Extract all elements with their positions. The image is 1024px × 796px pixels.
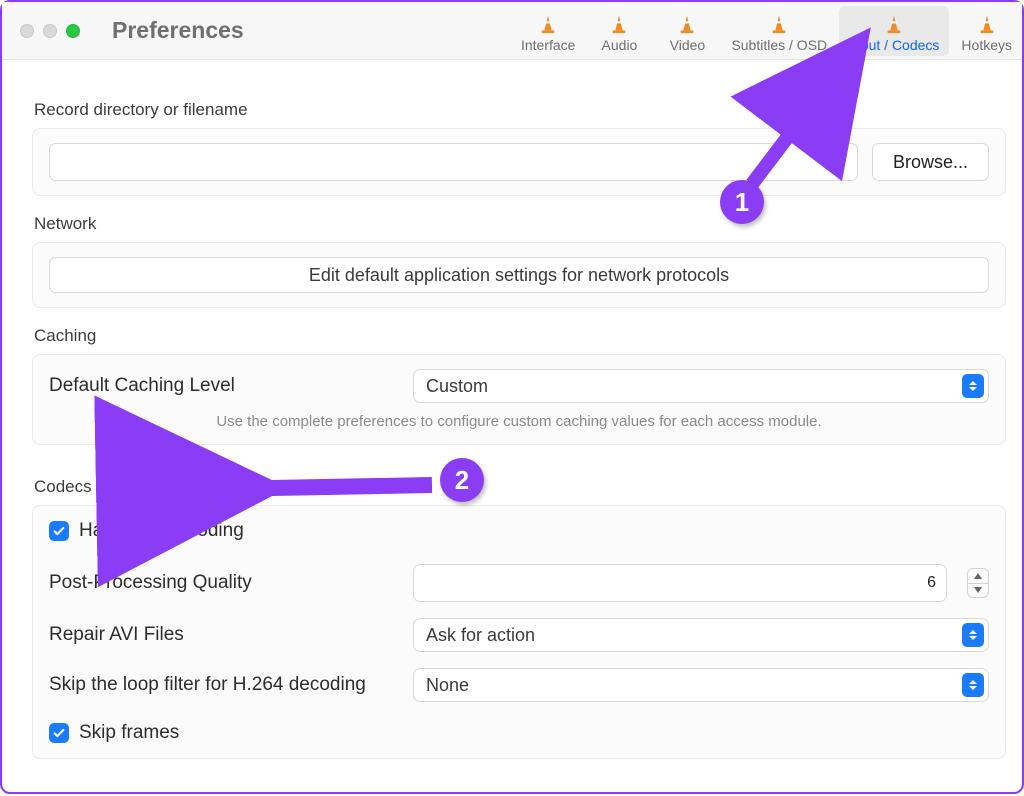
window-title: Preferences xyxy=(112,17,244,44)
chevron-updown-icon xyxy=(962,673,984,697)
select-value: Custom xyxy=(426,376,488,397)
cone-icon xyxy=(767,11,791,35)
tab-label: Hotkeys xyxy=(961,37,1012,53)
caching-level-label: Default Caching Level xyxy=(49,375,399,397)
tab-label: Input / Codecs xyxy=(849,37,939,53)
cone-icon xyxy=(607,11,631,35)
tab-input-codecs[interactable]: Input / Codecs xyxy=(839,6,949,56)
hw-decoding-label: Hardware decoding xyxy=(79,520,244,542)
caching-panel: Default Caching Level Custom Use the com… xyxy=(32,354,1006,445)
repair-avi-select[interactable]: Ask for action xyxy=(413,618,989,652)
skip-frames-label: Skip frames xyxy=(79,722,179,744)
window-controls xyxy=(2,24,80,38)
skip-frames-row: Skip frames xyxy=(49,722,989,744)
loop-filter-label: Skip the loop filter for H.264 decoding xyxy=(49,674,399,696)
record-path-input[interactable] xyxy=(49,143,858,181)
page-body: Record directory or filename Browse... N… xyxy=(2,60,1022,769)
browse-button[interactable]: Browse... xyxy=(872,143,989,181)
codecs-panel: Hardware decoding Post-Processing Qualit… xyxy=(32,505,1006,759)
skip-frames-checkbox[interactable] xyxy=(49,723,69,743)
tab-subtitles[interactable]: Subtitles / OSD xyxy=(721,2,837,60)
cone-icon xyxy=(536,11,560,35)
select-value: None xyxy=(426,675,469,696)
chevron-updown-icon xyxy=(962,623,984,647)
caching-hint: Use the complete preferences to configur… xyxy=(49,413,989,430)
tab-audio[interactable]: Audio xyxy=(585,2,653,60)
tab-label: Interface xyxy=(521,37,575,53)
section-record-header: Record directory or filename xyxy=(34,100,1006,120)
chevron-updown-icon xyxy=(962,374,984,398)
tab-video[interactable]: Video xyxy=(653,2,721,60)
close-window[interactable] xyxy=(20,24,34,38)
post-quality-input[interactable] xyxy=(413,564,947,602)
network-panel: Edit default application settings for ne… xyxy=(32,242,1006,308)
minimize-window[interactable] xyxy=(43,24,57,38)
titlebar: Preferences Interface Audio Video Subtit… xyxy=(2,2,1022,60)
cone-icon xyxy=(975,11,999,35)
record-panel: Browse... xyxy=(32,128,1006,196)
post-quality-label: Post-Processing Quality xyxy=(49,572,399,594)
tab-label: Video xyxy=(670,37,706,53)
tab-hotkeys[interactable]: Hotkeys xyxy=(951,2,1022,60)
section-codecs-header: Codecs / Muxers xyxy=(34,477,1006,497)
caching-level-select[interactable]: Custom xyxy=(413,369,989,403)
tab-interface[interactable]: Interface xyxy=(511,2,585,60)
post-quality-stepper[interactable] xyxy=(967,568,989,598)
edit-network-settings-button[interactable]: Edit default application settings for ne… xyxy=(49,257,989,293)
hw-decoding-row: Hardware decoding xyxy=(49,520,989,542)
tab-label: Audio xyxy=(602,37,638,53)
cone-icon xyxy=(882,11,906,35)
section-network-header: Network xyxy=(34,214,1006,234)
hw-decoding-checkbox[interactable] xyxy=(49,521,69,541)
section-caching-header: Caching xyxy=(34,326,1006,346)
select-value: Ask for action xyxy=(426,625,535,646)
tab-label: Subtitles / OSD xyxy=(731,37,827,53)
cone-icon xyxy=(675,11,699,35)
loop-filter-select[interactable]: None xyxy=(413,668,989,702)
preference-tabs: Interface Audio Video Subtitles / OSD In… xyxy=(511,2,1022,60)
repair-avi-label: Repair AVI Files xyxy=(49,624,399,646)
zoom-window[interactable] xyxy=(66,24,80,38)
